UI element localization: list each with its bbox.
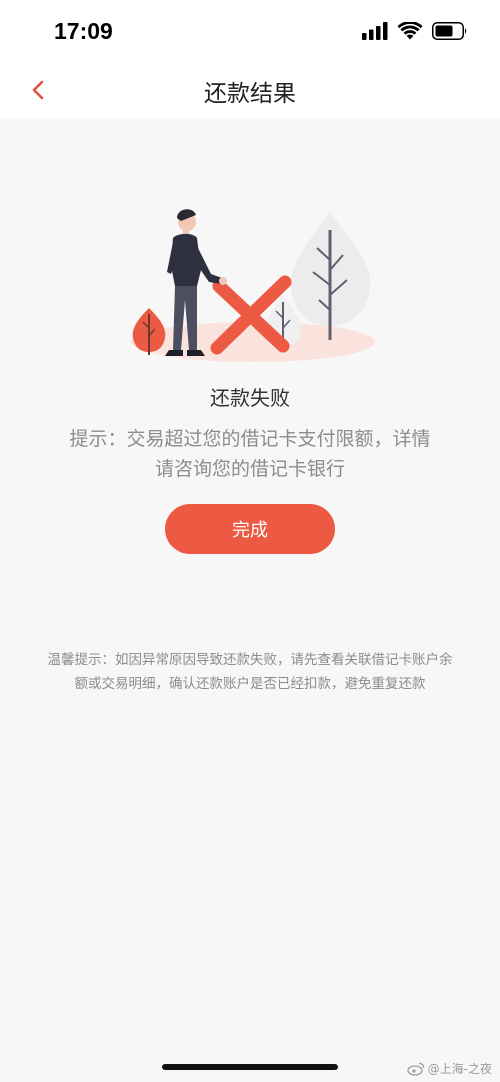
status-icons [362,21,468,44]
result-hint-line: 提示：交易超过您的借记卡支付限额，详情 [69,428,431,450]
home-indicator[interactable] [162,1064,338,1070]
result-title: 还款失败 [210,386,290,410]
status-bar: 17:09 [0,0,500,62]
repayment-result-screen: 17:09 还款结果 还款失败 提示：交易超过您的借记卡支付限额，详情 请咨询您… [0,0,500,1082]
page-title: 还款结果 [204,81,296,107]
done-button[interactable]: 完成 [165,504,335,554]
result-hint: 提示：交易超过您的借记卡支付限额，详情 请咨询您的借记卡银行 [40,424,460,484]
warm-tip-line: 额或交易明细，确认还款账户是否已经扣款，避免重复还款 [74,676,426,692]
cellular-signal-icon [362,22,388,44]
warm-tip-line: 温馨提示：如因异常原因导致还款失败，请先查看关联借记卡账户余 [47,652,453,668]
warm-tip: 温馨提示：如因异常原因导致还款失败，请先查看关联借记卡账户余 额或交易明细，确认… [20,648,480,696]
watermark: @上海-之夜 [407,1060,492,1077]
status-time: 17:09 [54,18,113,44]
wifi-icon [397,21,423,44]
nav-bar: 还款结果 [0,62,500,118]
tree-gray-large [290,212,371,340]
failure-illustration [125,200,375,380]
weibo-icon [407,1062,424,1076]
battery-icon [432,22,468,44]
result-hint-line: 请咨询您的借记卡银行 [154,458,345,480]
watermark-text: @上海-之夜 [427,1062,492,1076]
